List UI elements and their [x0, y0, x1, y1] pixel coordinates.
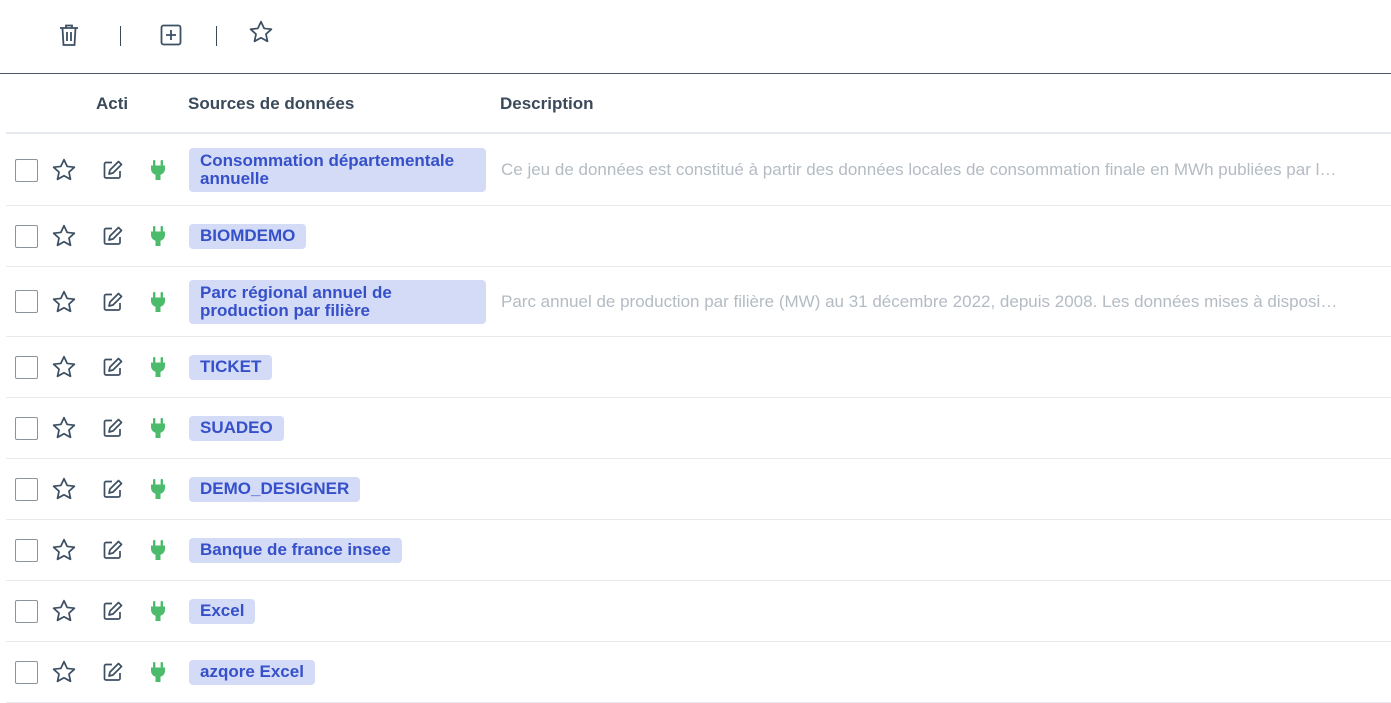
star-icon[interactable] — [248, 19, 274, 45]
edit-icon[interactable] — [101, 416, 125, 440]
plug-icon — [149, 600, 167, 622]
datasource-name-chip[interactable]: BIOMDEMO — [189, 223, 307, 249]
table-body: Consommation départementale annuelle Ce … — [6, 135, 1391, 703]
star-icon[interactable] — [51, 415, 77, 441]
plug-icon — [149, 539, 167, 561]
table-row: Banque de france insee — [6, 520, 1391, 581]
plug-icon — [149, 225, 167, 247]
toolbar-separator — [216, 26, 217, 46]
row-checkbox[interactable] — [15, 290, 38, 313]
table-row: Consommation départementale annuelle Ce … — [6, 135, 1391, 206]
datasource-name-chip[interactable]: TICKET — [189, 354, 273, 380]
table-row: Excel — [6, 581, 1391, 642]
star-icon[interactable] — [51, 157, 77, 183]
row-checkbox[interactable] — [15, 660, 38, 684]
datasource-name-chip[interactable]: Parc régional annuel de production par f… — [189, 279, 486, 324]
star-icon[interactable] — [51, 476, 77, 502]
table-row: BIOMDEMO — [6, 206, 1391, 267]
trash-icon[interactable] — [56, 22, 82, 48]
table-row: Parc régional annuel de production par f… — [6, 267, 1391, 337]
edit-icon[interactable] — [101, 538, 125, 562]
edit-icon[interactable] — [101, 599, 125, 623]
plug-icon — [149, 356, 167, 378]
star-icon[interactable] — [51, 354, 77, 380]
edit-icon[interactable] — [101, 355, 125, 379]
datasource-name-chip[interactable]: Banque de france insee — [189, 537, 402, 563]
datasource-name-chip[interactable]: Excel — [189, 598, 256, 624]
datasource-name-chip[interactable]: SUADEO — [189, 415, 284, 441]
column-header-description[interactable]: Description — [500, 94, 594, 114]
star-icon[interactable] — [51, 598, 77, 624]
table-row: TICKET — [6, 337, 1391, 398]
plug-icon — [149, 661, 167, 683]
edit-icon[interactable] — [101, 158, 125, 182]
table-row: DEMO_DESIGNER — [6, 459, 1391, 520]
row-checkbox[interactable] — [15, 416, 38, 440]
datasource-name-chip[interactable]: DEMO_DESIGNER — [189, 476, 361, 502]
toolbar-separator — [120, 26, 121, 46]
edit-icon[interactable] — [101, 290, 125, 314]
datasource-description: Parc annuel de production par filière (M… — [501, 291, 1341, 311]
plug-icon — [149, 159, 167, 181]
row-checkbox[interactable] — [15, 477, 38, 501]
table-header: Acti Sources de données Description — [6, 74, 1391, 134]
datasource-name-chip[interactable]: azqore Excel — [189, 659, 315, 685]
star-icon[interactable] — [51, 537, 77, 563]
row-checkbox[interactable] — [15, 355, 38, 379]
column-header-sources[interactable]: Sources de données — [188, 94, 354, 114]
toolbar — [0, 0, 1391, 74]
star-icon[interactable] — [51, 223, 77, 249]
datasource-description: Ce jeu de données est constitué à partir… — [501, 160, 1341, 179]
star-icon[interactable] — [51, 659, 77, 685]
row-checkbox[interactable] — [15, 224, 38, 248]
edit-icon[interactable] — [101, 477, 125, 501]
plug-icon — [149, 478, 167, 500]
table-row: SUADEO — [6, 398, 1391, 459]
row-checkbox[interactable] — [15, 538, 38, 562]
plug-icon — [149, 417, 167, 439]
star-icon[interactable] — [51, 289, 77, 315]
row-checkbox[interactable] — [15, 599, 38, 623]
plug-icon — [149, 291, 167, 313]
edit-icon[interactable] — [101, 660, 125, 684]
edit-icon[interactable] — [101, 224, 125, 248]
plus-square-icon[interactable] — [158, 22, 184, 48]
datasource-name-chip[interactable]: Consommation départementale annuelle — [189, 148, 486, 192]
column-header-actions[interactable]: Acti — [96, 94, 128, 114]
table-row: azqore Excel — [6, 642, 1391, 703]
row-checkbox[interactable] — [15, 158, 38, 182]
